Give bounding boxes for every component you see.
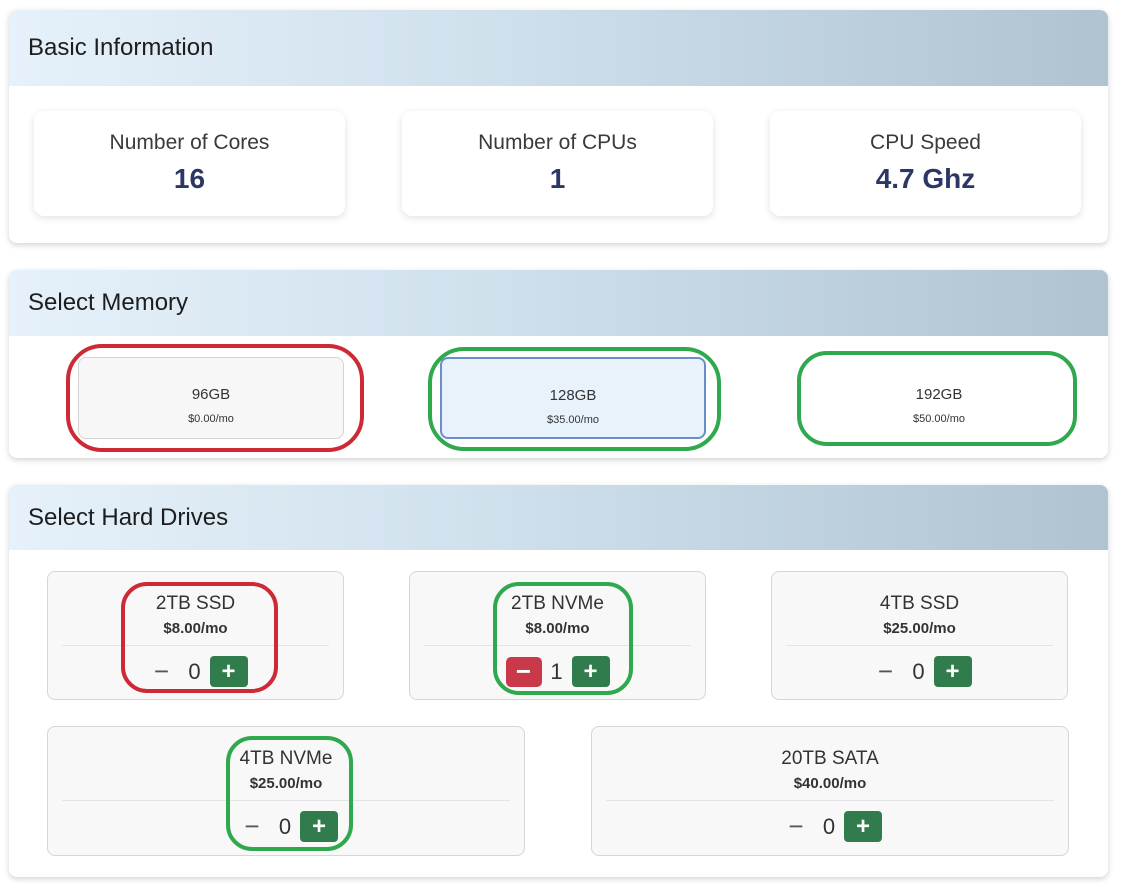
quantity-value: 0 — [278, 813, 292, 839]
basic-information-panel: Basic Information Number of Cores 16 Num… — [9, 10, 1108, 243]
drive-price: $8.00/mo — [525, 620, 590, 637]
drive-card-4tb-nvme: 4TB NVMe $25.00/mo − 0 + — [47, 726, 525, 856]
drive-name: 2TB NVMe — [511, 593, 604, 614]
quantity-stepper: − 0 + — [772, 656, 1067, 687]
memory-size: 96GB — [191, 386, 231, 403]
quantity-stepper: − 0 + — [48, 656, 343, 687]
drive-name: 2TB SSD — [155, 593, 236, 614]
quantity-stepper: − 0 + — [592, 811, 1068, 842]
cpu-speed-card: CPU Speed 4.7 Ghz — [770, 111, 1081, 216]
drive-name: 20TB SATA — [781, 748, 879, 769]
divider — [424, 645, 691, 646]
hard-drives-panel: Select Hard Drives 2TB SSD $8.00/mo − 0 … — [9, 485, 1108, 877]
divider — [62, 645, 329, 646]
quantity-stepper: − 1 + — [410, 656, 705, 687]
panel-title: Select Hard Drives — [28, 503, 229, 531]
decrement-button[interactable]: − — [144, 656, 180, 687]
memory-option-192gb[interactable]: 192GB $50.00/mo — [806, 357, 1072, 439]
drive-price: $8.00/mo — [163, 620, 228, 637]
cpus-value: 1 — [549, 163, 566, 194]
cores-value: 16 — [173, 163, 206, 194]
divider — [606, 800, 1054, 801]
increment-button[interactable]: + — [933, 656, 972, 687]
divider — [786, 645, 1053, 646]
memory-panel: Select Memory 96GB $0.00/mo 128GB $35.00… — [9, 270, 1108, 458]
decrement-button[interactable]: − — [234, 811, 270, 842]
drive-card-2tb-ssd: 2TB SSD $8.00/mo − 0 + — [47, 571, 344, 700]
memory-header: Select Memory — [9, 270, 1108, 336]
cpu-speed-value: 4.7 Ghz — [875, 163, 976, 194]
memory-price: $0.00/mo — [188, 413, 234, 425]
memory-option-96gb[interactable]: 96GB $0.00/mo — [78, 357, 344, 439]
increment-button[interactable]: + — [844, 811, 882, 842]
memory-size: 128GB — [549, 387, 597, 404]
decrement-button[interactable]: − — [778, 811, 814, 842]
drive-price: $40.00/mo — [793, 775, 867, 792]
drive-card-20tb-sata: 20TB SATA $40.00/mo − 0 + — [591, 726, 1069, 856]
basic-information-header: Basic Information — [9, 10, 1108, 86]
drive-card-4tb-ssd: 4TB SSD $25.00/mo − 0 + — [771, 571, 1068, 700]
quantity-value: 0 — [912, 658, 925, 684]
cores-label: Number of Cores — [109, 131, 270, 154]
panel-title: Select Memory — [28, 289, 189, 316]
cpus-label: Number of CPUs — [478, 131, 637, 154]
hard-drives-header: Select Hard Drives — [9, 485, 1108, 550]
memory-size: 192GB — [915, 386, 963, 403]
memory-price: $50.00/mo — [913, 413, 965, 425]
memory-option-128gb[interactable]: 128GB $35.00/mo — [440, 357, 706, 439]
decrement-button[interactable]: − — [505, 656, 542, 687]
drive-name: 4TB SSD — [879, 593, 960, 614]
increment-button[interactable]: + — [571, 656, 610, 687]
panel-title: Basic Information — [28, 34, 214, 61]
increment-button[interactable]: + — [300, 811, 338, 842]
drive-price: $25.00/mo — [249, 775, 323, 792]
quantity-value: 0 — [188, 658, 201, 684]
memory-price: $35.00/mo — [547, 414, 599, 426]
cores-card: Number of Cores 16 — [34, 111, 345, 216]
cpu-speed-label: CPU Speed — [870, 131, 981, 154]
cpus-card: Number of CPUs 1 — [402, 111, 713, 216]
quantity-stepper: − 0 + — [48, 811, 524, 842]
quantity-value: 0 — [822, 813, 836, 839]
drive-price: $25.00/mo — [883, 620, 956, 637]
quantity-value: 1 — [550, 658, 563, 684]
drive-name: 4TB NVMe — [239, 748, 333, 769]
decrement-button[interactable]: − — [868, 656, 904, 687]
increment-button[interactable]: + — [209, 656, 248, 687]
divider — [62, 800, 510, 801]
drive-card-2tb-nvme: 2TB NVMe $8.00/mo − 1 + — [409, 571, 706, 700]
